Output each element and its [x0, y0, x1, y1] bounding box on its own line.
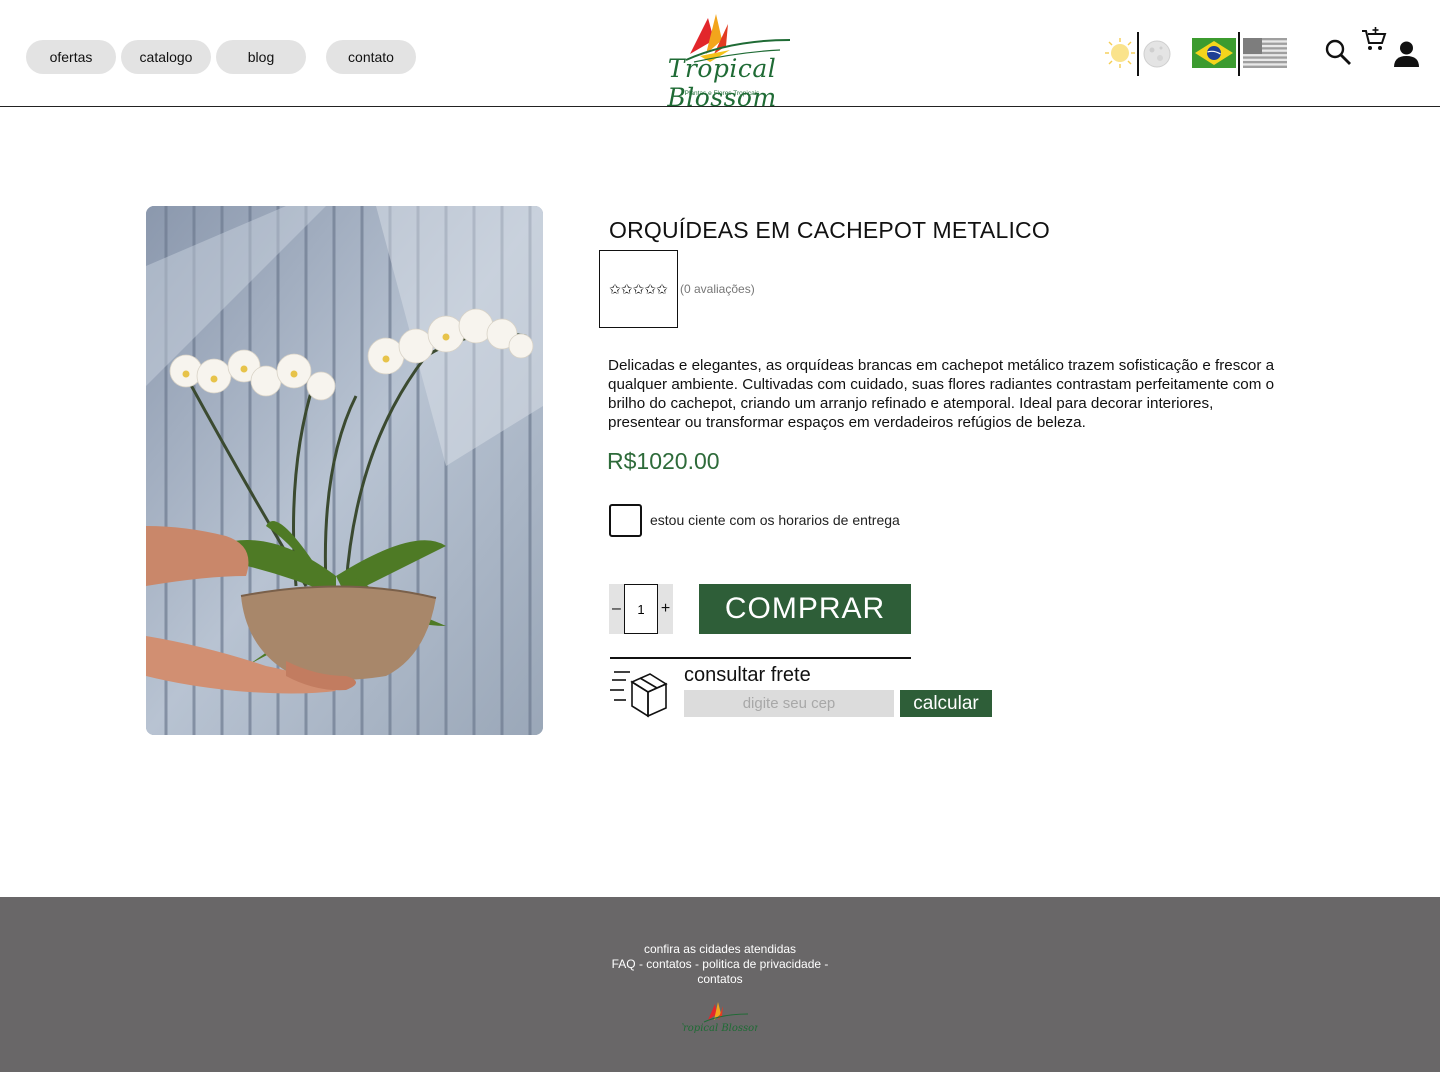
- site-logo[interactable]: Tropical Blossom Plantas e Flores Tropic…: [630, 10, 814, 112]
- quantity-decrease-button[interactable]: –: [609, 584, 624, 634]
- site-header: ofertas catalogo blog contato Tropical B…: [0, 0, 1440, 112]
- review-count[interactable]: (0 avaliações): [680, 282, 755, 296]
- quantity-increase-button[interactable]: +: [658, 584, 673, 634]
- orchid-photo: [146, 206, 543, 735]
- brazil-flag-icon[interactable]: [1192, 38, 1236, 68]
- shipping-title: consultar frete: [684, 664, 811, 686]
- language-divider: [1238, 32, 1240, 76]
- product-price: R$1020.00: [607, 448, 720, 474]
- rating-box[interactable]: ✩✩✩✩✩: [599, 250, 678, 328]
- footer-logo-icon: Tropical Blossom: [682, 1002, 758, 1034]
- delivery-terms-label: estou ciente com os horarios de entrega: [650, 512, 900, 528]
- delivery-terms-checkbox[interactable]: [609, 504, 642, 537]
- footer-cities-link[interactable]: confira as cidades atendidas: [590, 942, 850, 957]
- quantity-stepper: – +: [609, 584, 673, 634]
- product-description: Delicadas e elegantes, as orquídeas bran…: [608, 357, 1275, 431]
- nav-blog[interactable]: blog: [216, 40, 306, 74]
- buy-button[interactable]: COMPRAR: [699, 584, 911, 634]
- logo-wordmark: Tropical Blossom: [667, 54, 777, 112]
- moon-icon[interactable]: [1142, 39, 1172, 69]
- logo-tagline: Plantas e Flores Tropicais: [684, 90, 760, 97]
- user-icon[interactable]: [1393, 40, 1420, 68]
- calculate-shipping-button[interactable]: calcular: [900, 690, 992, 717]
- product-image: [146, 206, 543, 735]
- nav-ofertas[interactable]: ofertas: [26, 40, 116, 74]
- product-title: ORQUÍDEAS EM CACHEPOT METALICO: [609, 217, 1050, 243]
- nav-contato[interactable]: contato: [326, 40, 416, 74]
- sun-icon[interactable]: [1104, 37, 1136, 69]
- shipping-divider: [610, 657, 911, 659]
- star-rating-icon: ✩✩✩✩✩: [609, 280, 668, 297]
- svg-text:Tropical Blossom: Tropical Blossom: [682, 1023, 758, 1034]
- nav-catalogo[interactable]: catalogo: [121, 40, 211, 74]
- quantity-input[interactable]: [624, 584, 658, 634]
- cart-icon[interactable]: [1360, 26, 1388, 52]
- footer-links[interactable]: FAQ - contatos - politica de privacidade…: [590, 957, 850, 987]
- cep-input[interactable]: [684, 690, 894, 717]
- search-icon[interactable]: [1324, 38, 1352, 66]
- usa-flag-icon[interactable]: [1243, 38, 1287, 68]
- theme-divider: [1137, 32, 1139, 76]
- delivery-box-icon: [610, 671, 668, 718]
